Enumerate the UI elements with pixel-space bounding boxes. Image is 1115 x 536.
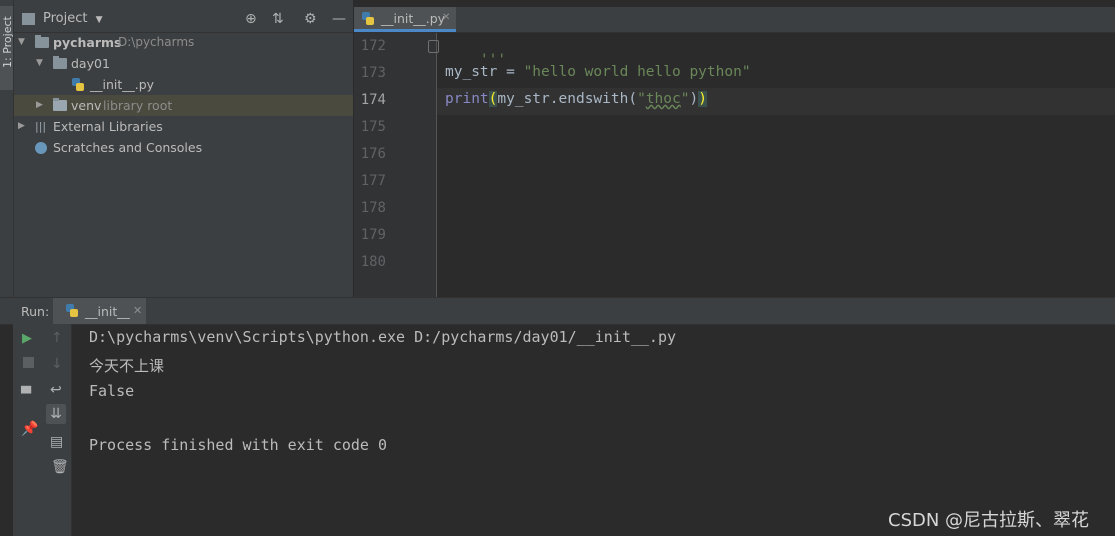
code-token: my_str.endswith( — [497, 91, 638, 107]
run-title: Run: — [21, 304, 50, 319]
code-string-typo: thoc — [645, 91, 681, 107]
code-line-173[interactable]: my_str = "hello world hello python" — [445, 64, 751, 80]
project-tool-tab[interactable]: 1: Project — [0, 6, 14, 90]
tree-item-label: venv — [71, 98, 102, 113]
tree-item-path: D:\pycharms — [118, 35, 195, 49]
run-panel-header: Run: __init__ ✕ — [0, 297, 1115, 325]
tree-item-label: Scratches and Consoles — [53, 140, 203, 155]
line-number: 180 — [360, 254, 386, 270]
run-toolbar-primary: ▶ ▀ 📌 — [13, 324, 43, 536]
tree-item-venv[interactable]: ▶ venv library root — [14, 95, 353, 116]
python-run-icon — [66, 304, 78, 317]
line-number-gutter: 172 173 174 175 176 177 178 179 180 — [354, 33, 439, 297]
scroll-to-end-icon[interactable]: ⇊ — [46, 404, 66, 424]
code-token: my_str = — [445, 64, 524, 80]
soft-wrap-icon[interactable]: ↩ — [50, 382, 62, 398]
line-number: 177 — [360, 173, 386, 189]
line-number: 173 — [360, 65, 386, 81]
project-panel-header: Project ▼ ⊕ ⇅ ⚙ — — [14, 7, 353, 33]
project-view-selector[interactable]: Project ▼ — [43, 11, 103, 26]
collapsed-arrow-icon[interactable]: ▶ — [36, 95, 43, 116]
fold-marker-icon[interactable] — [428, 40, 439, 53]
line-number: 172 — [360, 38, 386, 54]
code-string: "hello world hello python" — [523, 64, 751, 80]
minimize-icon[interactable]: — — [332, 11, 346, 27]
line-number: 175 — [360, 119, 386, 135]
code-string: " — [637, 91, 646, 107]
watermark: CSDN @尼古拉斯、翠花 — [888, 510, 1090, 531]
stop-icon[interactable] — [23, 357, 34, 368]
line-number: 176 — [360, 146, 386, 162]
up-arrow-icon[interactable]: ↑ — [51, 330, 63, 346]
project-tool-tab-label: 1: Project — [1, 16, 14, 68]
project-panel: Project ▼ ⊕ ⇅ ⚙ — ▼ pycharms D:\pycharms… — [14, 0, 353, 297]
line-number: 178 — [360, 200, 386, 216]
console-line: False — [89, 382, 135, 400]
pin-icon[interactable]: 📌 — [21, 421, 38, 437]
down-arrow-icon[interactable]: ↓ — [51, 356, 63, 372]
run-tab-label: __init__ — [85, 304, 130, 319]
folder-icon — [53, 98, 67, 111]
code-token: ) — [689, 91, 699, 107]
run-tab-init[interactable]: __init__ ✕ — [53, 298, 146, 324]
tree-item-external-libraries[interactable]: ▶ ||| External Libraries — [14, 116, 353, 137]
collapse-all-icon[interactable]: ⇅ — [272, 11, 284, 27]
folder-icon — [53, 56, 67, 69]
run-icon[interactable]: ▶ — [22, 331, 32, 347]
project-view-label: Project — [43, 11, 88, 26]
tree-item-label: day01 — [71, 56, 110, 71]
tree-item-pycharms[interactable]: ▼ pycharms D:\pycharms — [14, 32, 353, 53]
tree-item-label: External Libraries — [53, 119, 163, 134]
tree-item-label: __init__.py — [90, 77, 155, 92]
tree-item-tag: library root — [103, 98, 173, 113]
run-panel: Run: __init__ ✕ ▶ ▀ 📌 ↑ ↓ ↩ ⇊ ▤ 🗑 D:\pyc… — [0, 297, 1115, 536]
folder-icon — [35, 35, 49, 48]
chevron-down-icon: ▼ — [95, 15, 103, 25]
line-number-current: 174 — [360, 92, 386, 108]
code-line-174[interactable]: print(my_str.endswith("thoc")) — [445, 91, 707, 107]
expanded-arrow-icon[interactable]: ▼ — [18, 32, 25, 53]
tree-item-init-file[interactable]: __init__.py — [14, 74, 353, 95]
layout-icon[interactable]: ▀ — [21, 387, 31, 403]
python-file-icon — [362, 12, 374, 25]
console-line: D:\pycharms\venv\Scripts\python.exe D:/p… — [89, 328, 676, 346]
run-toolbar-secondary: ↑ ↓ ↩ ⇊ ▤ 🗑 — [43, 324, 72, 536]
trash-icon[interactable]: 🗑 — [51, 459, 69, 475]
python-file-icon — [72, 78, 84, 91]
library-icon: ||| — [35, 120, 47, 133]
close-icon[interactable]: ✕ — [442, 12, 450, 23]
tool-window-strip: 1: Project — [0, 0, 14, 297]
code-brace-match: ) — [698, 91, 707, 107]
tree-item-label: pycharms — [53, 35, 122, 50]
expanded-arrow-icon[interactable]: ▼ — [36, 53, 43, 74]
console-line: Process finished with exit code 0 — [89, 436, 388, 454]
scratches-icon — [35, 142, 47, 154]
locate-target-icon[interactable]: ⊕ — [245, 11, 257, 27]
tree-item-day01[interactable]: ▼ day01 — [14, 53, 353, 74]
gear-icon[interactable]: ⚙ — [304, 11, 317, 27]
editor-tab-label: __init__.py — [381, 11, 446, 26]
editor-panel: __init__.py ✕ 172 173 174 175 176 177 17… — [354, 0, 1115, 297]
close-icon[interactable]: ✕ — [133, 304, 142, 317]
project-view-icon — [22, 13, 35, 25]
console-line: 今天不上课 — [89, 357, 165, 375]
code-builtin: print — [445, 91, 489, 107]
editor-tab-init[interactable]: __init__.py ✕ — [354, 7, 456, 32]
tree-item-scratches[interactable]: Scratches and Consoles — [14, 137, 353, 158]
editor-tab-bar: __init__.py ✕ — [354, 7, 1115, 33]
print-icon[interactable]: ▤ — [50, 434, 63, 450]
line-number: 179 — [360, 227, 386, 243]
collapsed-arrow-icon[interactable]: ▶ — [18, 116, 25, 137]
